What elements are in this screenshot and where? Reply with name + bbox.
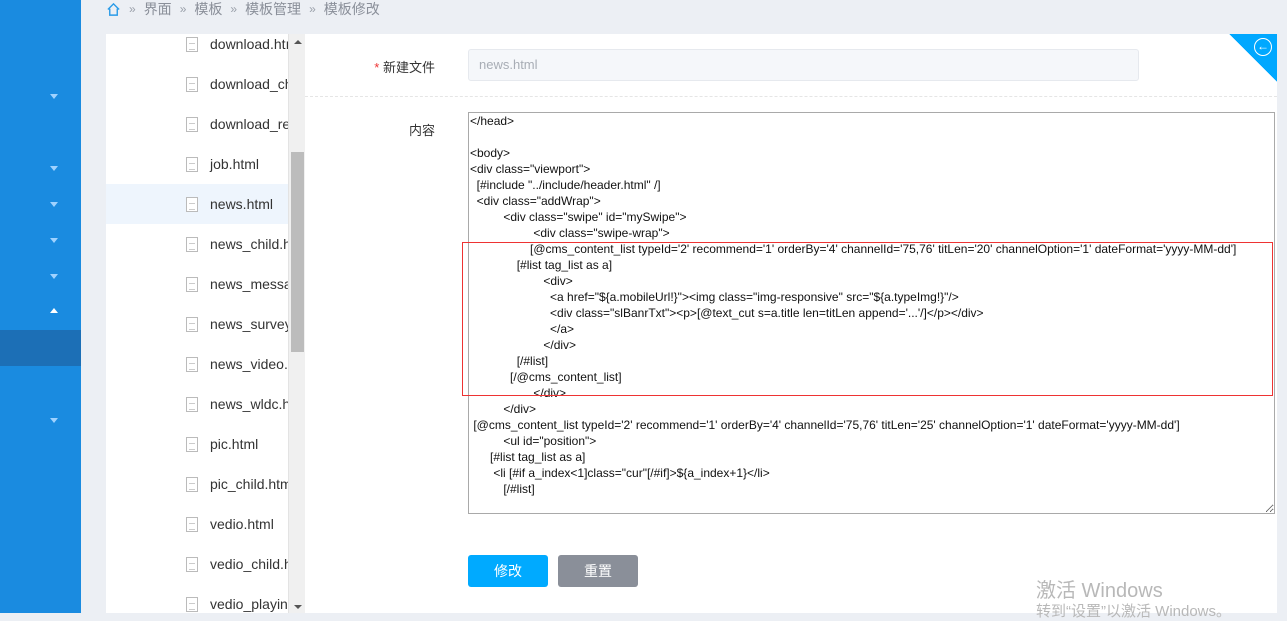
breadcrumb-item[interactable]: 模板 xyxy=(194,0,222,19)
file-icon xyxy=(186,156,198,172)
chevron-down-icon xyxy=(50,166,58,171)
file-item[interactable]: pic_child.htm xyxy=(106,464,288,504)
file-name: vedio_playin xyxy=(210,596,288,612)
filename-label-text: 新建文件 xyxy=(382,60,435,75)
sidebar-item[interactable] xyxy=(0,260,81,296)
file-name: vedio.html xyxy=(210,516,274,532)
required-mark: * xyxy=(374,60,380,75)
chevron-up-icon xyxy=(50,308,58,313)
back-arrow-icon: ← xyxy=(1254,38,1272,56)
sidebar-item[interactable] xyxy=(0,80,81,116)
submit-button[interactable]: 修改 xyxy=(468,555,548,587)
file-item[interactable]: vedio_playin xyxy=(106,584,288,613)
breadcrumb-separator: » xyxy=(129,2,136,16)
file-icon xyxy=(186,236,198,252)
watermark-line2: 转到“设置”以激活 Windows。 xyxy=(1036,603,1232,620)
file-icon xyxy=(186,36,198,52)
sidebar-item[interactable] xyxy=(0,188,81,224)
file-item[interactable]: news.html xyxy=(106,184,288,224)
breadcrumb: » 界面 » 模板 » 模板管理 » 模板修改 xyxy=(106,0,380,18)
chevron-down-icon xyxy=(50,238,58,243)
breadcrumb-separator: » xyxy=(309,2,316,16)
sidebar-item[interactable] xyxy=(0,224,81,260)
reset-button[interactable]: 重置 xyxy=(558,555,638,587)
file-icon xyxy=(186,196,198,212)
content-label: 内容 xyxy=(408,123,435,138)
file-item[interactable]: download.htı xyxy=(106,34,288,64)
file-item[interactable]: pic.html xyxy=(106,424,288,464)
breadcrumb-item[interactable]: 界面 xyxy=(144,0,172,19)
file-name: download_ch xyxy=(210,76,288,92)
file-icon xyxy=(186,316,198,332)
file-item[interactable]: download_ch xyxy=(106,64,288,104)
file-icon xyxy=(186,436,198,452)
file-item[interactable]: job.html xyxy=(106,144,288,184)
file-name: download_re xyxy=(210,116,288,132)
file-icon xyxy=(186,76,198,92)
file-name: news_wldc.h xyxy=(210,396,288,412)
scroll-down-icon[interactable] xyxy=(294,605,302,609)
sidebar-item[interactable] xyxy=(0,294,81,330)
file-name: news_survey xyxy=(210,316,288,332)
file-icon xyxy=(186,476,198,492)
file-icon xyxy=(186,596,198,612)
scrollbar-thumb[interactable] xyxy=(291,152,304,352)
file-name: vedio_child.h xyxy=(210,556,288,572)
file-icon xyxy=(186,556,198,572)
scroll-up-icon[interactable] xyxy=(294,40,302,44)
file-item[interactable]: news_survey xyxy=(106,304,288,344)
file-icon xyxy=(186,276,198,292)
file-item[interactable]: vedio.html xyxy=(106,504,288,544)
filename-label: * 新建文件 xyxy=(305,57,435,76)
file-name: job.html xyxy=(210,156,260,172)
file-item[interactable]: news_messa xyxy=(106,264,288,304)
scrollbar[interactable] xyxy=(288,34,305,613)
chevron-down-icon xyxy=(50,94,58,99)
file-item[interactable]: vedio_child.h xyxy=(106,544,288,584)
chevron-down-icon xyxy=(50,274,58,279)
sidebar-item[interactable] xyxy=(0,152,81,188)
sidebar-item-active[interactable] xyxy=(0,330,81,366)
file-icon xyxy=(186,116,198,132)
file-name: news_child.h xyxy=(210,236,288,252)
file-icon xyxy=(186,356,198,372)
file-tree: vedio_playin vedio_child.h vedio.html pic_c… xyxy=(106,34,305,613)
file-name: pic.html xyxy=(210,436,259,452)
file-icon xyxy=(186,396,198,412)
file-name: news_video. xyxy=(210,356,288,372)
content-textarea[interactable]: </head> <body> <div class="viewport"> [#… xyxy=(468,112,1275,514)
file-item[interactable]: download_re xyxy=(106,104,288,144)
watermark-line1: 激活 Windows xyxy=(1036,580,1163,602)
file-icon xyxy=(186,516,198,532)
edit-form: ← * 新建文件 news.html 内容 </head> <body> <di… xyxy=(305,34,1277,613)
sidebar-item[interactable] xyxy=(0,404,81,440)
file-name: news.html xyxy=(210,196,274,212)
home-icon[interactable] xyxy=(106,2,121,17)
breadcrumb-item: 模板修改 xyxy=(323,1,380,17)
file-name: pic_child.htm xyxy=(210,476,288,492)
file-item[interactable]: news_wldc.h xyxy=(106,384,288,424)
back-button[interactable]: ← xyxy=(1229,34,1277,82)
file-name: news_messa xyxy=(210,276,288,292)
filename-field[interactable]: news.html xyxy=(468,49,1139,81)
divider xyxy=(305,96,1277,97)
file-item[interactable]: news_video. xyxy=(106,344,288,384)
breadcrumb-item[interactable]: 模板管理 xyxy=(245,0,301,19)
sidebar xyxy=(0,0,81,613)
breadcrumb-separator: » xyxy=(230,2,238,16)
file-name: download.htı xyxy=(210,36,288,52)
chevron-down-icon xyxy=(50,418,58,423)
chevron-down-icon xyxy=(50,202,58,207)
file-item[interactable]: news_child.h xyxy=(106,224,288,264)
breadcrumb-separator: » xyxy=(179,2,187,16)
